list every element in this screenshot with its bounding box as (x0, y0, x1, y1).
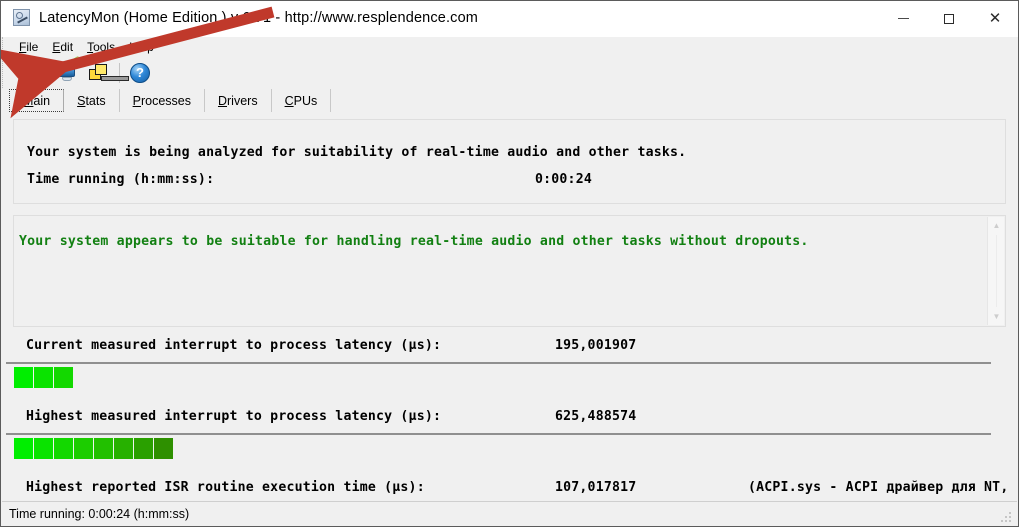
time-running-label: Time running (h:mm:ss): (27, 172, 215, 187)
current-latency-bar-container (6, 362, 991, 388)
latency-bar-segment (54, 438, 74, 459)
tab-mnemonic: S (77, 93, 86, 108)
latency-bar-segment (94, 438, 114, 459)
close-button[interactable]: ✕ (972, 1, 1018, 36)
close-icon: ✕ (988, 10, 1002, 27)
menu-label: ile (26, 40, 39, 54)
highest-measured-latency-label: Highest measured interrupt to process la… (26, 409, 442, 424)
title-bar: LatencyMon (Home Edition ) v 6.71 - http… (1, 1, 1018, 37)
latencymon-window: LatencyMon (Home Edition ) v 6.71 - http… (0, 0, 1019, 527)
menu-item-help[interactable]: Help (129, 40, 154, 54)
latency-bar-segment (14, 438, 34, 459)
latency-bar-segment (34, 438, 54, 459)
status-bar-text: Time running: 0:00:24 (h:mm:ss) (9, 506, 190, 521)
latency-bar-segment (114, 438, 134, 459)
current-measured-latency-label: Current measured interrupt to process la… (26, 338, 442, 353)
tab-mnemonic: M (23, 93, 34, 108)
current-latency-bar (14, 367, 74, 388)
latency-bar-segment (154, 438, 174, 459)
menu-mnemonic: H (129, 40, 138, 54)
question-mark-icon: ? (130, 62, 150, 83)
tab-label: ain (33, 93, 51, 108)
maximize-button[interactable] (926, 1, 972, 36)
time-running-value: 0:00:24 (535, 172, 592, 187)
report-button[interactable] (54, 55, 84, 86)
tab-mnemonic: D (217, 93, 228, 108)
tab-bar: Main Stats Processes Drivers C PUs (2, 88, 1017, 112)
tab-label: rocesses (140, 93, 191, 108)
latency-bar-segment (134, 438, 154, 459)
scroll-down-icon[interactable]: ▼ (988, 308, 1005, 325)
highest-reported-isr-label: Highest reported ISR routine execution t… (26, 480, 425, 495)
latency-bar-segment (74, 438, 94, 459)
menu-label: elp (137, 40, 154, 54)
main-tab-content: Your system is being analyzed for suitab… (2, 112, 1017, 500)
tab-mnemonic: C (284, 93, 294, 108)
scroll-up-icon[interactable]: ▲ (988, 217, 1005, 234)
tab-mnemonic: P (132, 93, 141, 108)
window-controls: ✕ (880, 1, 1018, 36)
current-measured-latency-value: 195,001907 (555, 338, 637, 353)
title-bar-left: LatencyMon (Home Edition ) v 6.71 - http… (13, 9, 478, 26)
tab-cpus[interactable]: C PUs (272, 89, 332, 112)
tab-processes[interactable]: Processes (120, 89, 205, 112)
menu-item-edit[interactable]: Edit (52, 40, 73, 54)
toolbar-separator (48, 62, 49, 83)
highest-measured-latency-value: 625,488574 (555, 409, 637, 424)
menu-label: dit (60, 40, 74, 54)
highest-reported-isr-driver: (ACPI.sys - ACPI драйвер для NT, Micros (748, 480, 1017, 495)
resize-grip[interactable] (1001, 510, 1013, 522)
tab-drivers[interactable]: Drivers (205, 89, 272, 112)
verdict-panel: Your system appears to be suitable for h… (13, 215, 1006, 327)
highest-latency-bar-container (6, 433, 991, 459)
app-magnifier-icon (13, 9, 30, 26)
analysis-status-panel: Your system is being analyzed for suitab… (13, 119, 1006, 204)
scrollbar-track[interactable] (996, 235, 997, 307)
menu-label: ools (93, 40, 116, 54)
tab-label: rivers (227, 93, 258, 108)
highest-latency-bar (14, 438, 174, 459)
minimize-button[interactable] (880, 1, 926, 36)
status-bar: Time running: 0:00:24 (h:mm:ss) (2, 501, 1017, 525)
highest-reported-isr-value: 107,017817 (555, 480, 637, 495)
latency-bar-segment (54, 367, 74, 388)
verdict-scrollbar[interactable]: ▲ ▼ (987, 217, 1004, 325)
play-triangle-icon (23, 66, 33, 79)
start-monitoring-button[interactable] (13, 60, 43, 86)
analyzing-text: Your system is being analyzed for suitab… (27, 145, 687, 160)
menu-item-file[interactable]: File (19, 40, 38, 54)
tab-label: PUs (293, 93, 318, 108)
help-button[interactable]: ? (125, 60, 155, 86)
window-title: LatencyMon (Home Edition ) v 6.71 - http… (39, 9, 479, 26)
windows-copy-button[interactable] (84, 60, 129, 86)
verdict-text: Your system appears to be suitable for h… (19, 234, 809, 249)
menu-bar: File Edit Tools Help (2, 37, 1017, 57)
latency-bar-segment (34, 367, 54, 388)
tab-label: tats (85, 93, 106, 108)
latency-bar-segment (14, 367, 34, 388)
monitor-pen-icon (58, 55, 80, 83)
toolbar: ? (2, 55, 1017, 88)
tab-main[interactable]: Main (9, 89, 65, 112)
yellow-windows-icon (89, 63, 129, 82)
tab-stats[interactable]: Stats (64, 89, 120, 112)
menu-item-tools[interactable]: Tools (87, 40, 115, 54)
